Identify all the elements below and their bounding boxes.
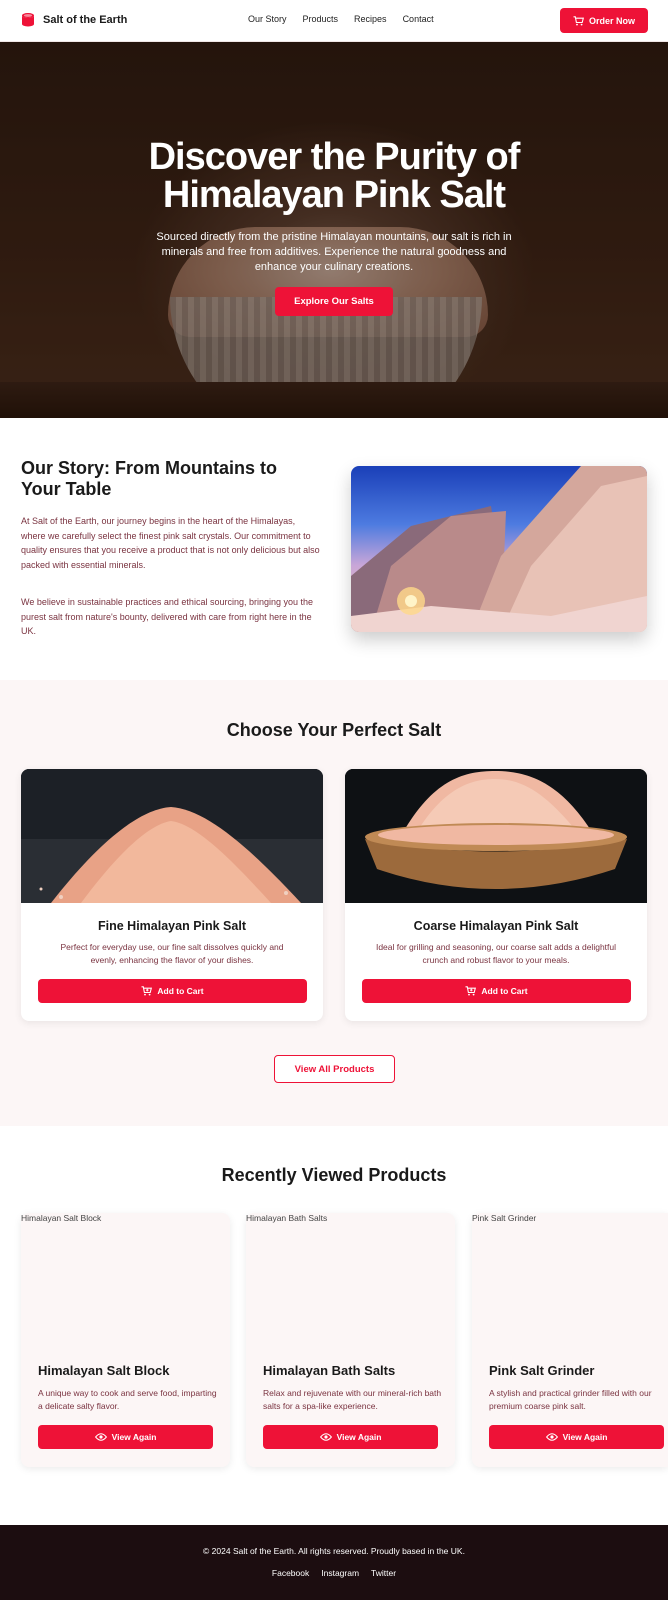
product-name: Fine Himalayan Pink Salt — [98, 919, 246, 933]
salt-mine-image — [351, 466, 647, 632]
copyright-text: © 2024 Salt of the Earth. All rights res… — [203, 1546, 465, 1556]
product-description: Ideal for grilling and seasoning, our co… — [375, 942, 617, 965]
site-header: Salt of the Earth Our Story Products Rec… — [0, 0, 668, 42]
view-again-label: View Again — [336, 1432, 382, 1442]
view-again-button[interactable]: View Again — [38, 1425, 213, 1449]
broken-image-alt: Himalayan Bath Salts — [246, 1213, 328, 1223]
recent-card-salt-block: Himalayan Salt Block Himalayan Salt Bloc… — [21, 1213, 230, 1467]
product-card-fine: Fine Himalayan Pink Salt Perfect for eve… — [21, 769, 323, 1021]
recently-viewed-title: Recently Viewed Products — [221, 1165, 447, 1185]
recent-product-name: Pink Salt Grinder — [489, 1363, 595, 1378]
nav-our-story[interactable]: Our Story — [248, 14, 287, 24]
hero-title: Discover the Purity of Himalayan Pink Sa… — [148, 136, 521, 216]
eye-icon — [545, 1433, 558, 1441]
recent-product-name: Himalayan Bath Salts — [263, 1363, 396, 1378]
facebook-link[interactable]: Facebook — [272, 1568, 309, 1578]
story-paragraph-2: We believe in sustainable practices and … — [21, 597, 314, 636]
social-links: Facebook Instagram Twitter — [0, 1568, 668, 1578]
broken-image-alt: Himalayan Salt Block — [21, 1213, 102, 1223]
eye-icon — [94, 1433, 107, 1441]
add-to-cart-label: Add to Cart — [481, 986, 528, 996]
nav-products[interactable]: Products — [303, 14, 339, 24]
add-to-cart-button[interactable]: Add to Cart — [38, 979, 307, 1003]
view-all-products-button[interactable]: View All Products — [274, 1055, 395, 1083]
view-again-button[interactable]: View Again — [489, 1425, 664, 1449]
story-title: Our Story: From Mountains to Your Table — [21, 458, 277, 499]
product-description: Perfect for everyday use, our fine salt … — [60, 942, 284, 965]
fine-salt-image — [21, 769, 323, 903]
view-again-label: View Again — [111, 1432, 157, 1442]
product-card-coarse: Coarse Himalayan Pink Salt Ideal for gri… — [345, 769, 647, 1021]
recent-card-grinder: Pink Salt Grinder Pink Salt Grinder A st… — [472, 1213, 668, 1467]
add-to-cart-label: Add to Cart — [157, 986, 204, 996]
recent-product-name: Himalayan Salt Block — [38, 1363, 170, 1378]
view-again-label: View Again — [562, 1432, 608, 1442]
salt-shaker-icon — [22, 13, 34, 27]
nav-contact[interactable]: Contact — [403, 14, 434, 24]
product-name: Coarse Himalayan Pink Salt — [413, 919, 579, 933]
twitter-link[interactable]: Twitter — [371, 1568, 396, 1578]
products-title: Choose Your Perfect Salt — [226, 720, 442, 740]
salt-mine-illustration — [351, 466, 647, 632]
add-cart-icon — [465, 986, 477, 996]
recent-product-description: A stylish and practical grinder filled w… — [489, 1388, 652, 1411]
recent-product-description: A unique way to cook and serve food, imp… — [38, 1388, 217, 1411]
broken-image-alt: Pink Salt Grinder — [472, 1213, 537, 1223]
hero-subtitle: Sourced directly from the pristine Himal… — [156, 231, 512, 273]
order-now-button[interactable]: Order Now — [560, 8, 648, 33]
fine-salt-illustration — [21, 769, 323, 903]
add-cart-icon — [141, 986, 153, 996]
coarse-salt-illustration — [345, 769, 647, 903]
recent-product-description: Relax and rejuvenate with our mineral-ri… — [263, 1388, 442, 1411]
eye-icon — [319, 1433, 332, 1441]
explore-salts-button[interactable]: Explore Our Salts — [275, 287, 393, 316]
brand[interactable]: Salt of the Earth — [21, 12, 127, 28]
instagram-link[interactable]: Instagram — [321, 1568, 359, 1578]
brand-name: Salt of the Earth — [43, 14, 128, 26]
recent-card-bath-salts: Himalayan Bath Salts Himalayan Bath Salt… — [246, 1213, 455, 1467]
view-again-button[interactable]: View Again — [263, 1425, 438, 1449]
order-now-label: Order Now — [588, 15, 635, 26]
coarse-salt-image — [345, 769, 647, 903]
nav-recipes[interactable]: Recipes — [354, 14, 387, 24]
hero-section: Discover the Purity of Himalayan Pink Sa… — [0, 42, 668, 418]
cart-icon — [573, 15, 584, 25]
add-to-cart-button[interactable]: Add to Cart — [362, 979, 631, 1003]
main-nav: Our Story Products Recipes Contact — [248, 14, 434, 24]
story-paragraph-1: At Salt of the Earth, our journey begins… — [21, 516, 320, 570]
site-footer: © 2024 Salt of the Earth. All rights res… — [0, 1525, 668, 1600]
